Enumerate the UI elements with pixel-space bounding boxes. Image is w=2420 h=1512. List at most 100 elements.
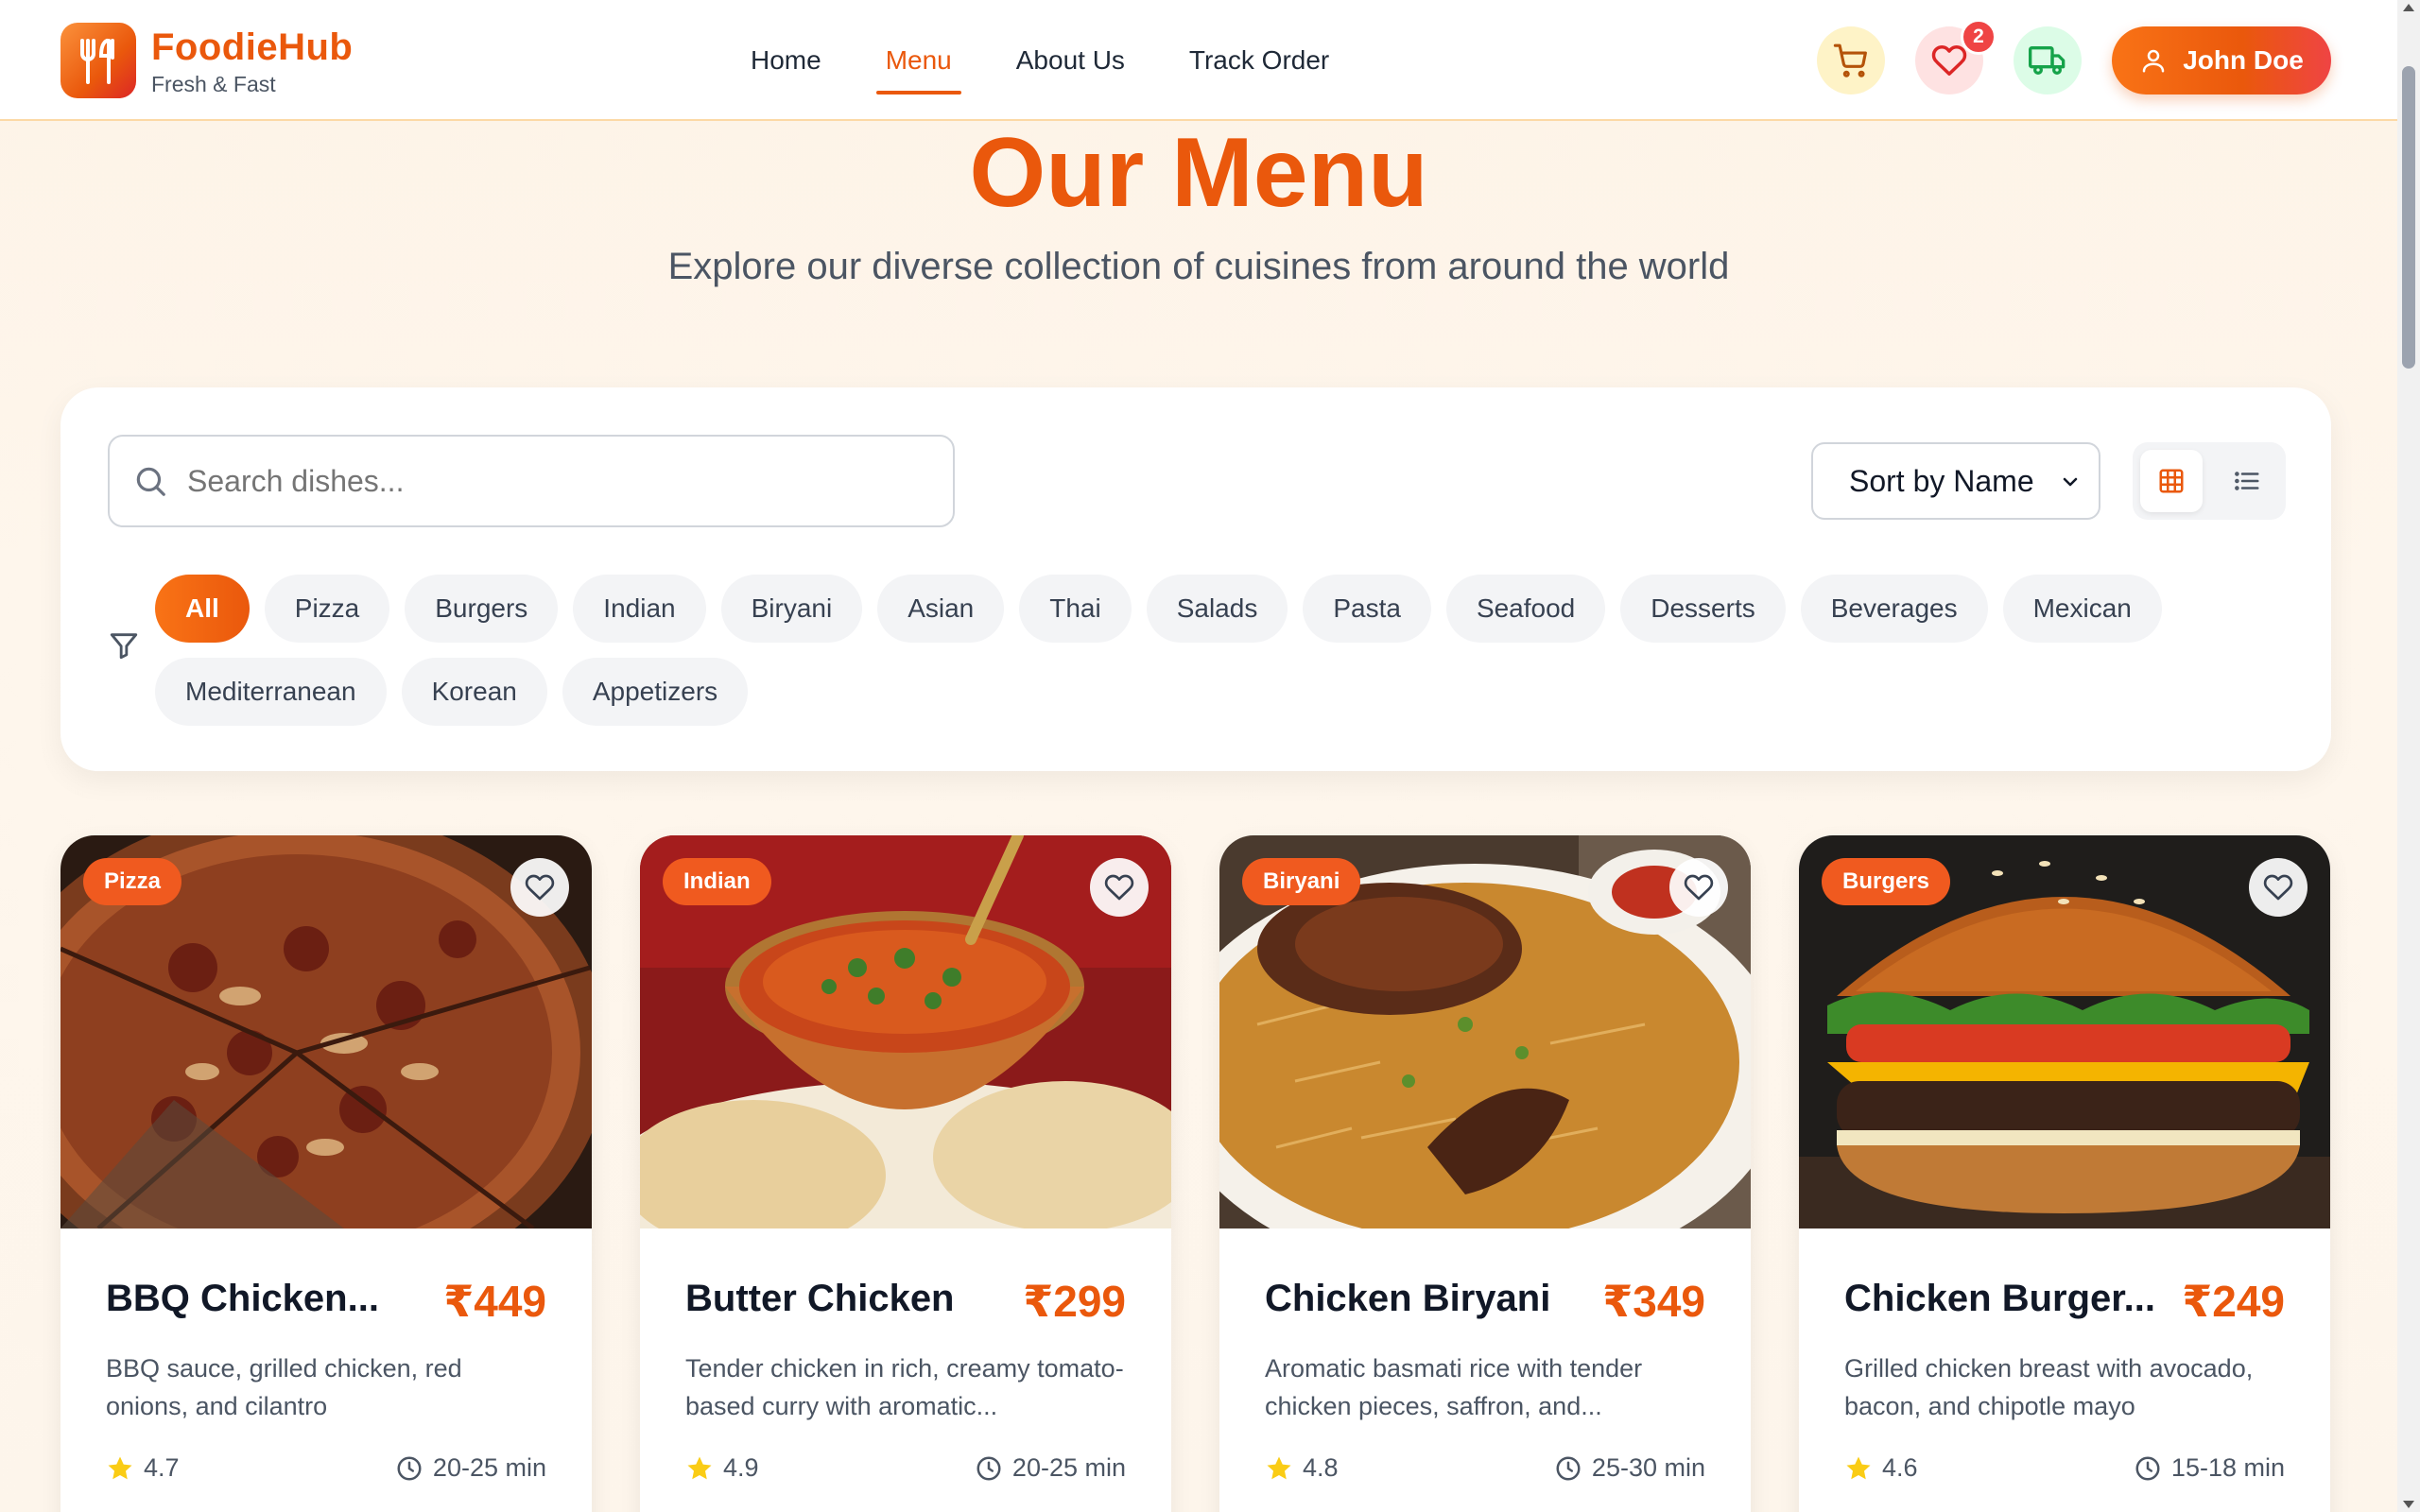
dish-name: Chicken Burger... <box>1844 1278 2155 1319</box>
user-name: John Doe <box>2183 45 2304 75</box>
dish-prep-time: 25-30 min <box>1554 1453 1705 1483</box>
prep-time-value: 15-18 min <box>2170 1453 2285 1482</box>
cart-icon <box>1833 43 1867 77</box>
dish-rating: 4.6 <box>1844 1453 1918 1483</box>
sort-select-value: Sort by Name <box>1849 463 2034 498</box>
clock-icon <box>977 1456 1001 1480</box>
page-title: Our Menu <box>969 118 1428 228</box>
heart-icon <box>525 874 555 901</box>
fork-knife-icon <box>80 39 114 84</box>
dish-card[interactable]: Burgers Chicken Burger... ₹249 Grilled c… <box>1799 835 2330 1512</box>
add-to-favorites-button[interactable] <box>510 858 569 917</box>
add-to-favorites-button[interactable] <box>1090 858 1149 917</box>
star-icon <box>108 1456 132 1479</box>
filter-panel: Sort by Name All Pizza Burgers Indian Bi… <box>60 387 2331 771</box>
dish-description: Grilled chicken breast with avocado, bac… <box>1844 1354 2254 1420</box>
grid-view-button[interactable] <box>2140 450 2203 512</box>
search-box[interactable] <box>108 435 955 527</box>
category-chip-mediterranean[interactable]: Mediterranean <box>155 658 387 726</box>
favorites-button[interactable]: 2 <box>1915 19 1996 94</box>
star-icon <box>1846 1456 1871 1479</box>
dish-description: Tender chicken in rich, creamy tomato-ba… <box>685 1354 1124 1420</box>
favorites-count-badge: 2 <box>1961 19 1996 55</box>
prep-time-value: 20-25 min <box>1011 1453 1126 1482</box>
category-chip-burgers[interactable]: Burgers <box>405 575 559 643</box>
scroll-thumb[interactable] <box>2402 66 2415 369</box>
star-icon <box>1267 1456 1291 1479</box>
prep-time-value: 20-25 min <box>432 1453 546 1482</box>
dish-name: BBQ Chicken... <box>106 1278 379 1319</box>
category-chip-biryani[interactable]: Biryani <box>720 575 863 643</box>
dish-price: ₹449 <box>443 1277 546 1326</box>
search-input[interactable] <box>187 463 925 499</box>
dish-card[interactable]: Biryani Chicken Biryani ₹349 Aromatic ba… <box>1219 835 1751 1512</box>
add-to-favorites-button[interactable] <box>1669 858 1728 917</box>
category-badge: Biryani <box>1242 858 1361 905</box>
add-to-favorites-button[interactable] <box>2249 858 2308 917</box>
main-nav: Home Menu About Us Track Order <box>718 0 1361 121</box>
category-chip-asian[interactable]: Asian <box>877 575 1005 643</box>
brand-name[interactable]: FoodieHub <box>151 26 353 69</box>
heart-icon <box>1684 874 1714 901</box>
category-chip-desserts[interactable]: Desserts <box>1620 575 1786 643</box>
prep-time-value: 25-30 min <box>1591 1453 1705 1482</box>
category-chip-appetizers[interactable]: Appetizers <box>562 658 749 726</box>
view-mode-toggle <box>2133 442 2286 520</box>
nav-about-us[interactable]: About Us <box>984 0 1157 121</box>
category-badge: Pizza <box>83 858 182 905</box>
page-scrollbar[interactable] <box>2397 0 2420 1512</box>
clock-icon <box>1556 1456 1581 1480</box>
scroll-up-arrow-icon[interactable] <box>2403 4 2414 11</box>
search-icon <box>136 467 165 496</box>
category-chip-pizza[interactable]: Pizza <box>264 575 390 643</box>
dish-price: ₹299 <box>1023 1277 1126 1326</box>
category-chip-pasta[interactable]: Pasta <box>1303 575 1431 643</box>
sort-select[interactable]: Sort by Name <box>1811 442 2100 520</box>
nav-track-order[interactable]: Track Order <box>1157 0 1361 121</box>
category-chip-seafood[interactable]: Seafood <box>1445 575 1606 643</box>
top-nav-bar: FoodieHub Fresh & Fast Home Menu About U… <box>0 0 2397 121</box>
nav-menu[interactable]: Menu <box>854 0 984 121</box>
scroll-down-arrow-icon[interactable] <box>2403 1501 2414 1508</box>
category-chips: All Pizza Burgers Indian Biryani Asian T… <box>155 575 2273 726</box>
heart-icon <box>1104 874 1134 901</box>
dish-card[interactable]: Indian Butter Chicken ₹299 Tender chicke… <box>640 835 1171 1512</box>
category-chip-indian[interactable]: Indian <box>573 575 706 643</box>
truck-icon <box>2029 46 2066 75</box>
nav-home[interactable]: Home <box>718 0 854 121</box>
dish-rating: 4.9 <box>685 1453 759 1483</box>
brand-tagline: Fresh & Fast <box>151 72 276 96</box>
list-view-button[interactable] <box>2216 450 2278 512</box>
dish-rating: 4.7 <box>106 1453 180 1483</box>
dish-card[interactable]: Pizza BBQ Chicken... ₹449 BBQ sauce, gri… <box>60 835 592 1512</box>
category-chip-beverages[interactable]: Beverages <box>1800 575 1988 643</box>
page-subtitle: Explore our diverse collection of cuisin… <box>667 246 1730 287</box>
user-profile-button[interactable]: John Doe <box>2112 26 2331 94</box>
logo[interactable] <box>60 23 136 98</box>
star-icon <box>687 1456 712 1479</box>
dish-price: ₹249 <box>2182 1277 2285 1326</box>
track-order-button[interactable] <box>2014 26 2082 94</box>
dish-prep-time: 20-25 min <box>975 1453 1126 1483</box>
category-chip-korean[interactable]: Korean <box>401 658 547 726</box>
category-chip-salads[interactable]: Salads <box>1146 575 1288 643</box>
dish-rating: 4.8 <box>1265 1453 1339 1483</box>
dish-name: Butter Chicken <box>685 1278 955 1319</box>
filter-icon <box>110 633 138 660</box>
list-icon <box>2235 472 2259 490</box>
category-chip-mexican[interactable]: Mexican <box>2002 575 2162 643</box>
cart-button[interactable] <box>1817 26 1885 94</box>
grid-icon <box>2159 469 2184 493</box>
category-chip-all[interactable]: All <box>155 575 250 643</box>
rating-value: 4.7 <box>144 1453 180 1482</box>
rating-value: 4.6 <box>1882 1453 1918 1482</box>
rating-value: 4.8 <box>1303 1453 1339 1482</box>
dish-price: ₹349 <box>1602 1277 1705 1326</box>
dish-prep-time: 20-25 min <box>395 1453 546 1483</box>
dish-prep-time: 15-18 min <box>2134 1453 2285 1483</box>
category-chip-thai[interactable]: Thai <box>1019 575 1132 643</box>
category-badge: Burgers <box>1822 858 1951 905</box>
heart-icon <box>1931 44 1967 76</box>
clock-icon <box>397 1456 422 1480</box>
clock-icon <box>2135 1456 2160 1480</box>
